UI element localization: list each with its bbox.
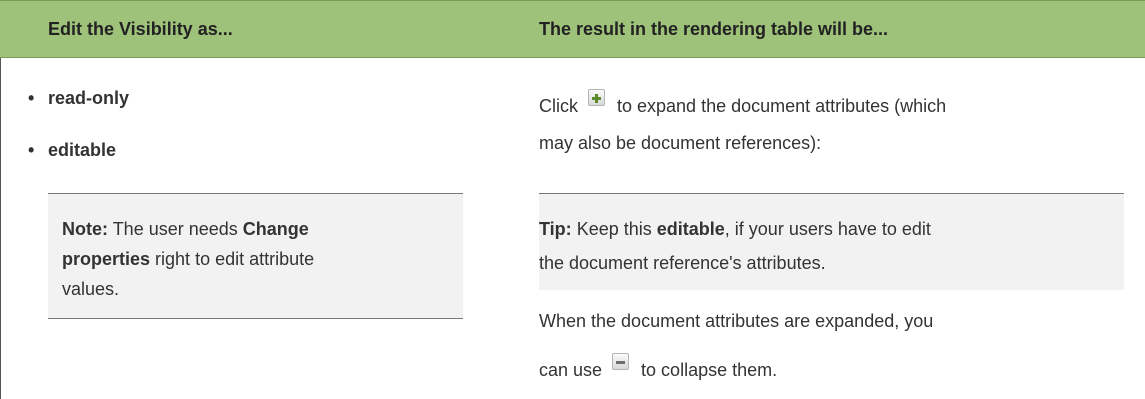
expand-instruction-line1: Click to expand the document attributes (… [539, 89, 946, 121]
note-bold-1: Change [242, 219, 309, 239]
tip-bold: editable [656, 219, 725, 239]
header-visibility: Edit the Visibility as... [48, 19, 233, 39]
plus-icon[interactable] [588, 89, 605, 106]
list-item: • read-only [20, 83, 129, 135]
bullet-icon: • [28, 140, 35, 160]
option-read-only: read-only [48, 88, 130, 108]
note-text-2: right to edit attribute [155, 249, 315, 269]
tip-box: Tip: Keep this editable, if your users h… [539, 193, 1124, 290]
minus-icon[interactable] [612, 353, 630, 370]
tip-text-line2: the document reference's attributes. [539, 253, 826, 273]
visibility-options-list: • read-only • editable [20, 83, 129, 187]
collapse-text: to collapse them. [641, 360, 778, 380]
tip-text-pre: Keep this [576, 219, 652, 239]
tip-label: Tip: [539, 219, 572, 239]
note-box: Note: The user needs Change properties r… [48, 193, 463, 319]
list-item: • editable [20, 135, 129, 187]
note-text-3: values. [62, 279, 120, 299]
bullet-icon: • [28, 88, 35, 108]
visibility-table: Edit the Visibility as... The result in … [0, 0, 1145, 399]
tip-text-post: , if your users have to edit [724, 219, 931, 239]
can-use-text: can use [539, 360, 603, 380]
note-bold-2: properties [62, 249, 151, 269]
option-editable: editable [48, 140, 117, 160]
header-result: The result in the rendering table will b… [539, 19, 889, 39]
expand-instruction-line2: may also be document references): [539, 133, 822, 153]
table-header: Edit the Visibility as... The result in … [0, 0, 1145, 58]
click-text: Click [539, 96, 578, 116]
table-left-border [0, 58, 1, 399]
note-text-1: The user needs [112, 219, 238, 239]
expand-text: to expand the document attributes (which [617, 96, 947, 116]
note-label: Note: [62, 219, 108, 239]
collapse-instruction-line2: can use to collapse them. [539, 353, 777, 385]
collapse-instruction-line1: When the document attributes are expande… [539, 311, 934, 331]
